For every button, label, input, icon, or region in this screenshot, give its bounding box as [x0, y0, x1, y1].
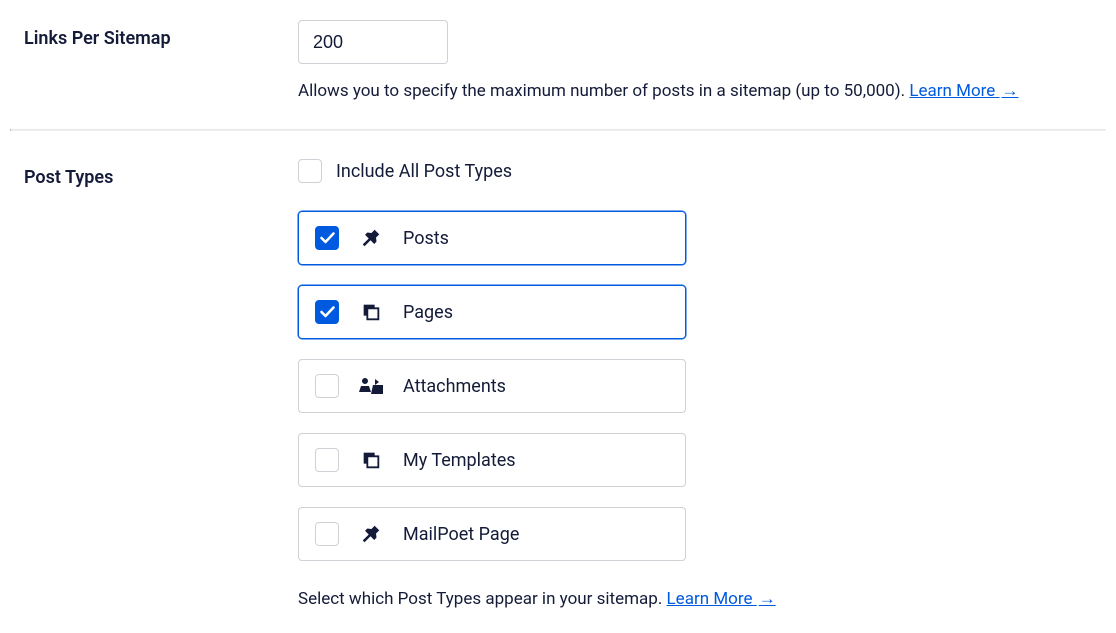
- pin-icon: [357, 227, 385, 249]
- post-types-grid: Posts Pages Attachments My Templates MailPoe…: [298, 211, 1092, 561]
- post-type-card-my-templates[interactable]: My Templates: [298, 433, 686, 487]
- arrow-right-icon: →: [1002, 81, 1019, 101]
- arrow-right-icon: →: [759, 589, 776, 609]
- post-types-section: Post Types Include All Post Types PostsP…: [10, 131, 1106, 633]
- post-type-card-pages[interactable]: Pages: [298, 285, 686, 339]
- post-type-label: Attachments: [403, 376, 506, 397]
- post-type-checkbox[interactable]: [315, 300, 339, 324]
- help-text-content: Allows you to specify the maximum number…: [298, 81, 905, 101]
- links-per-sitemap-section: Links Per Sitemap Allows you to specify …: [10, 0, 1106, 129]
- links-per-sitemap-input[interactable]: [298, 20, 448, 64]
- post-type-checkbox[interactable]: [315, 226, 339, 250]
- post-type-label: My Templates: [403, 450, 516, 471]
- post-type-checkbox[interactable]: [315, 448, 339, 472]
- post-types-help: Select which Post Types appear in your s…: [298, 589, 1092, 609]
- post-type-card-mailpoet-page[interactable]: MailPoet Page: [298, 507, 686, 561]
- include-all-checkbox[interactable]: [298, 159, 322, 183]
- links-per-sitemap-label: Links Per Sitemap: [24, 20, 298, 105]
- learn-more-link[interactable]: Learn More →: [909, 81, 1018, 101]
- post-type-checkbox[interactable]: [315, 374, 339, 398]
- links-per-sitemap-help: Allows you to specify the maximum number…: [298, 78, 1092, 105]
- post-type-card-posts[interactable]: Posts: [298, 211, 686, 265]
- post-type-label: Pages: [403, 302, 453, 323]
- post-type-card-attachments[interactable]: Attachments: [298, 359, 686, 413]
- include-all-post-types-row[interactable]: Include All Post Types: [298, 159, 1092, 183]
- help-text-content: Select which Post Types appear in your s…: [298, 589, 662, 609]
- media-icon: [357, 375, 385, 397]
- post-types-label: Post Types: [24, 159, 298, 609]
- include-all-label: Include All Post Types: [336, 161, 512, 182]
- post-type-label: Posts: [403, 228, 449, 249]
- learn-more-link[interactable]: Learn More →: [667, 589, 776, 609]
- pin-icon: [357, 523, 385, 545]
- stack-icon: [357, 301, 385, 323]
- stack-icon: [357, 449, 385, 471]
- post-type-label: MailPoet Page: [403, 524, 519, 545]
- post-type-checkbox[interactable]: [315, 522, 339, 546]
